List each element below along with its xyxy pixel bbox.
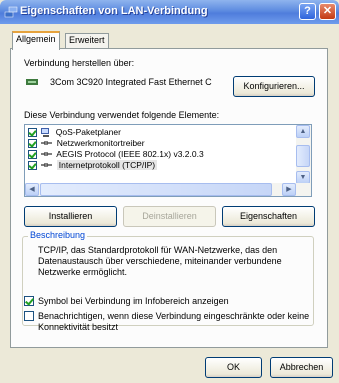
protocol-icon bbox=[41, 141, 53, 146]
list-item-selected[interactable]: Internetprotokoll (TCP/IP) bbox=[28, 160, 158, 171]
checkbox[interactable] bbox=[28, 128, 37, 138]
cancel-button[interactable]: Abbrechen bbox=[270, 357, 333, 378]
list-item[interactable]: Netzwerkmonitortreiber bbox=[28, 138, 145, 149]
ok-button[interactable]: OK bbox=[205, 357, 262, 378]
list-item-label: AEGIS Protocol (IEEE 802.1x) v3.2.0.3 bbox=[56, 149, 204, 159]
checkbox[interactable] bbox=[28, 139, 37, 149]
protocol-icon bbox=[41, 163, 53, 168]
list-item-label: Netzwerkmonitortreiber bbox=[56, 138, 145, 148]
uninstall-button[interactable]: Deinstallieren bbox=[123, 206, 216, 227]
horizontal-scrollbar[interactable]: ◀ ▶ bbox=[25, 183, 311, 196]
scroll-right-icon[interactable]: ▶ bbox=[282, 183, 296, 196]
components-list[interactable]: QoS-Paketplaner Netzwerkmonitortreiber A… bbox=[24, 124, 312, 197]
scroll-left-icon[interactable]: ◀ bbox=[25, 183, 39, 196]
list-item[interactable]: AEGIS Protocol (IEEE 802.1x) v3.2.0.3 bbox=[28, 149, 204, 160]
checkbox[interactable] bbox=[28, 161, 37, 171]
notify-label[interactable]: Benachrichtigen, wenn diese Verbindung e… bbox=[38, 311, 323, 333]
protocol-icon bbox=[41, 152, 53, 157]
notify-checkbox[interactable] bbox=[24, 311, 34, 321]
vertical-scrollbar[interactable]: ▲ ▼ bbox=[296, 125, 311, 184]
scroll-up-icon[interactable]: ▲ bbox=[296, 125, 310, 138]
show-icon-label[interactable]: Symbol bei Verbindung im Infobereich anz… bbox=[38, 296, 229, 307]
horizontal-scroll-thumb[interactable] bbox=[40, 183, 272, 196]
properties-button[interactable]: Eigenschaften bbox=[222, 206, 315, 227]
list-item-label: QoS-Paketplaner bbox=[55, 127, 121, 137]
scheduler-icon bbox=[41, 128, 50, 138]
network-adapter-icon bbox=[26, 79, 38, 85]
checkbox[interactable] bbox=[28, 150, 37, 160]
description-text: TCP/IP, das Standardprotokoll für WAN-Ne… bbox=[38, 245, 282, 277]
show-icon-checkbox[interactable] bbox=[24, 296, 34, 306]
configure-button[interactable]: Konfigurieren... bbox=[233, 76, 315, 97]
connection-heading: Verbindung herstellen über: bbox=[24, 58, 135, 68]
adapter-name: 3Com 3C920 Integrated Fast Ethernet C bbox=[50, 77, 212, 87]
elements-heading: Diese Verbindung verwendet folgende Elem… bbox=[24, 110, 220, 120]
vertical-scroll-thumb[interactable] bbox=[296, 145, 310, 167]
install-button[interactable]: Installieren bbox=[24, 206, 117, 227]
list-item[interactable]: QoS-Paketplaner bbox=[28, 127, 121, 138]
description-legend: Beschreibung bbox=[28, 230, 88, 240]
list-item-label: Internetprotokoll (TCP/IP) bbox=[56, 160, 158, 170]
